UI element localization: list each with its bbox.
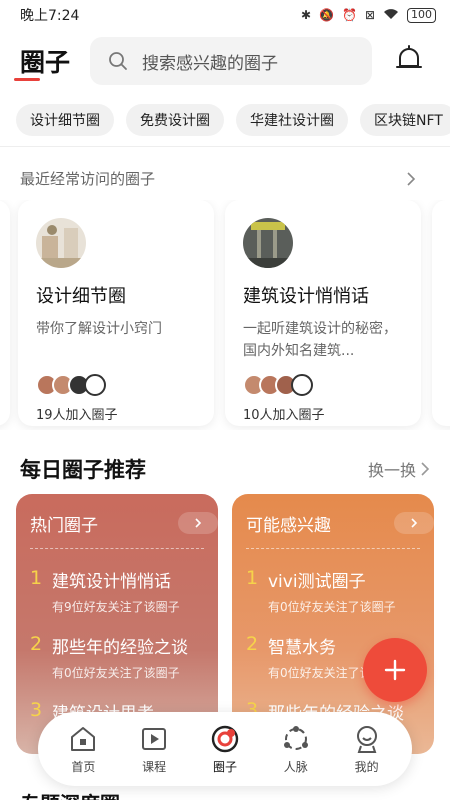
circle-desc: 一起听建筑设计的秘密，国内外知名建筑... bbox=[243, 321, 397, 359]
list-item-name: 那些年的经验之谈 bbox=[52, 638, 188, 658]
bell-icon[interactable] bbox=[394, 44, 424, 78]
header: 圈子 搜索感兴趣的圈子 bbox=[0, 30, 450, 92]
list-item-name: 建筑设计悄悄话 bbox=[52, 572, 171, 592]
refresh-button[interactable]: 换一换 bbox=[368, 457, 430, 481]
rank-number: 2 bbox=[246, 633, 259, 655]
list-item[interactable]: 1 vivi测试圈子 有0位好友关注了该圈子 bbox=[246, 567, 420, 615]
circle-avatar bbox=[243, 218, 293, 268]
recent-card[interactable]: 设计细节圈 带你了解设计小窍门 19人加入圈子 bbox=[18, 200, 214, 426]
refresh-label: 换一换 bbox=[367, 461, 416, 480]
hot-more-button[interactable] bbox=[178, 512, 218, 534]
list-item[interactable]: 1 建筑设计悄悄话 有9位好友关注了该圈子 bbox=[30, 567, 204, 615]
page-title-text: 圈子 bbox=[20, 48, 71, 77]
network-icon bbox=[283, 725, 308, 750]
chevron-right-icon bbox=[421, 462, 430, 476]
nav-course[interactable]: 课程 bbox=[124, 724, 184, 775]
play-icon bbox=[142, 727, 167, 750]
chevron-right-icon bbox=[195, 518, 202, 528]
recent-circles-row: 设计细节圈 带你了解设计小窍门 19人加入圈子 建筑设计悄悄话 一起听建筑设计的… bbox=[0, 200, 450, 430]
nav-circle[interactable]: 圈子 bbox=[195, 724, 255, 775]
bottom-nav: 首页 课程 圈子 人脉 我的 bbox=[38, 712, 412, 786]
chevron-right-icon bbox=[411, 518, 418, 528]
member-count: 10人加入圈子 bbox=[243, 408, 325, 423]
nav-home[interactable]: 首页 bbox=[53, 724, 113, 775]
status-bar: 晚上7:24 ✱ 🔕 ⏰ ⊠ 100 bbox=[0, 0, 450, 30]
rank-number: 1 bbox=[246, 567, 259, 589]
search-placeholder: 搜索感兴趣的圈子 bbox=[142, 53, 278, 74]
list-item-sub: 有0位好友关注了该圈子 bbox=[52, 666, 180, 680]
plus-icon bbox=[384, 659, 406, 681]
member-count: 19人加入圈子 bbox=[36, 408, 118, 423]
circle-desc: 带你了解设计小窍门 bbox=[36, 321, 162, 337]
create-circle-button[interactable] bbox=[363, 638, 427, 702]
nav-label: 首页 bbox=[71, 759, 96, 774]
home-icon bbox=[71, 726, 96, 751]
mute-icon: 🔕 bbox=[319, 8, 334, 22]
divider bbox=[0, 146, 450, 147]
recent-heading: 最近经常访问的圈子 bbox=[20, 170, 156, 188]
nav-label: 课程 bbox=[142, 759, 167, 774]
circle-name: 设计细节圈 bbox=[36, 286, 126, 307]
list-item-sub: 有0位好友关注了该圈子 bbox=[268, 600, 396, 614]
rank-number: 2 bbox=[30, 633, 43, 655]
daily-title: 每日圈子推荐 bbox=[20, 458, 146, 482]
nav-label: 圈子 bbox=[212, 759, 237, 774]
hot-circles-title: 热门圈子 bbox=[30, 515, 98, 536]
chip-item[interactable]: 华建社设计圈 bbox=[236, 104, 348, 136]
recent-section-header[interactable]: 最近经常访问的圈子 bbox=[20, 168, 416, 189]
circle-icon bbox=[211, 725, 239, 752]
nav-label: 人脉 bbox=[283, 759, 308, 774]
status-icons: ✱ 🔕 ⏰ ⊠ 100 bbox=[300, 7, 436, 23]
circle-name: 建筑设计悄悄话 bbox=[243, 286, 369, 307]
member-avatars bbox=[243, 374, 403, 396]
nav-label: 我的 bbox=[354, 759, 379, 774]
alarm-icon: ⏰ bbox=[341, 8, 357, 22]
avatar bbox=[291, 374, 313, 396]
battery-icon: 100 bbox=[407, 7, 436, 23]
chip-item[interactable]: 设计细节圈 bbox=[16, 104, 114, 136]
user-icon bbox=[356, 725, 377, 753]
circle-avatar bbox=[36, 218, 86, 268]
member-avatars bbox=[36, 374, 196, 396]
rank-number: 3 bbox=[30, 699, 43, 721]
nav-mine[interactable]: 我的 bbox=[337, 724, 397, 775]
avatar bbox=[84, 374, 106, 396]
daily-section-header: 每日圈子推荐 换一换 bbox=[20, 454, 430, 484]
nav-network[interactable]: 人脉 bbox=[266, 724, 326, 775]
bluetooth-icon: ✱ bbox=[300, 8, 312, 22]
chevron-right-icon bbox=[407, 171, 416, 186]
list-item[interactable]: 2 那些年的经验之谈 有0位好友关注了该圈子 bbox=[30, 633, 204, 681]
search-input[interactable]: 搜索感兴趣的圈子 bbox=[90, 37, 372, 85]
sim-off-icon: ⊠ bbox=[364, 8, 375, 22]
rank-number: 1 bbox=[30, 567, 43, 589]
search-icon bbox=[109, 52, 127, 70]
dashed-divider bbox=[30, 548, 204, 549]
title-underline bbox=[14, 78, 40, 81]
interest-more-button[interactable] bbox=[394, 512, 434, 534]
list-item-name: vivi测试圈子 bbox=[268, 572, 366, 592]
wifi-icon bbox=[383, 8, 399, 23]
status-time: 晚上7:24 bbox=[20, 8, 80, 24]
recent-card[interactable]: 建筑设计悄悄话 一起听建筑设计的秘密，国内外知名建筑... 10人加入圈子 bbox=[225, 200, 421, 426]
recent-card-next[interactable] bbox=[432, 200, 450, 426]
dashed-divider bbox=[246, 548, 420, 549]
category-chips: 设计细节圈 免费设计圈 华建社设计圈 区块链NFT bbox=[16, 104, 450, 138]
list-item-sub: 有9位好友关注了该圈子 bbox=[52, 600, 180, 614]
interest-circles-title: 可能感兴趣 bbox=[246, 515, 331, 536]
page-title: 圈子 bbox=[20, 43, 80, 79]
chip-item[interactable]: 区块链NFT bbox=[360, 104, 450, 136]
next-section-title: 专题深度圈 bbox=[20, 788, 120, 800]
recent-card-prev[interactable] bbox=[0, 200, 10, 426]
chip-item[interactable]: 免费设计圈 bbox=[126, 104, 224, 136]
